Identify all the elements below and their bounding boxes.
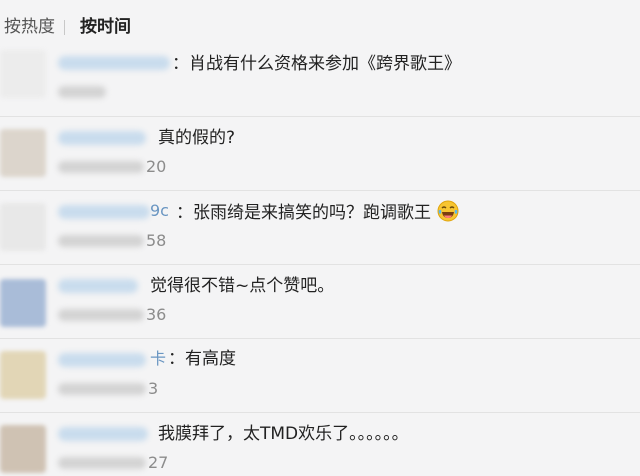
- sort-tabs: 按热度 按时间: [0, 0, 640, 50]
- comment-item: 觉得很不错~点个赞吧。 36: [0, 265, 640, 339]
- comment-text: 觉得很不错~点个赞吧。: [150, 276, 335, 296]
- timestamp-blurred: [58, 383, 146, 395]
- avatar[interactable]: [0, 203, 46, 251]
- timestamp-blurred: [58, 86, 106, 98]
- username-blurred[interactable]: [58, 427, 148, 441]
- username-blurred[interactable]: [58, 131, 146, 145]
- timestamp-tail: 3: [148, 379, 159, 398]
- comment-body: ：张雨绮是来搞笑的吗？跑调歌王: [176, 203, 431, 223]
- username-blurred[interactable]: [58, 56, 170, 70]
- comment-text: 我膜拜了，太TMD欢乐了。。。。。。: [158, 424, 409, 444]
- comment-item: 9c ：张雨绮是来搞笑的吗？跑调歌王 58: [0, 191, 640, 265]
- timestamp-tail: 27: [148, 453, 169, 472]
- avatar[interactable]: [0, 279, 46, 327]
- tab-sort-by-time[interactable]: 按时间: [80, 16, 131, 38]
- username-tail[interactable]: 卡: [150, 349, 166, 369]
- username-blurred[interactable]: [58, 205, 150, 219]
- comment-text: 真的假的?: [158, 128, 236, 148]
- username-blurred[interactable]: [58, 279, 138, 293]
- timestamp-tail: 58: [146, 231, 167, 250]
- timestamp-blurred: [58, 309, 144, 321]
- comment-item: 卡 ：有高度 3: [0, 339, 640, 413]
- avatar[interactable]: [0, 425, 46, 473]
- timestamp-tail: 36: [146, 305, 167, 324]
- timestamp-blurred: [58, 235, 144, 247]
- comment-item: 真的假的? 20: [0, 117, 640, 191]
- avatar[interactable]: [0, 351, 46, 399]
- comment-text: ：张雨绮是来搞笑的吗？跑调歌王: [176, 200, 459, 224]
- username-blurred[interactable]: [58, 353, 146, 367]
- comment-item: ：肖战有什么资格来参加《跨界歌王》: [0, 44, 640, 117]
- avatar[interactable]: [0, 129, 46, 177]
- comment-item: 我膜拜了，太TMD欢乐了。。。。。。 27: [0, 413, 640, 476]
- username-tail[interactable]: 9c: [150, 201, 169, 221]
- laughing-tears-icon: [437, 200, 459, 222]
- tab-divider: [64, 20, 65, 35]
- timestamp-blurred: [58, 161, 144, 173]
- comment-text: ：有高度: [168, 349, 236, 369]
- timestamp-blurred: [58, 457, 146, 469]
- tab-sort-by-popularity[interactable]: 按热度: [4, 16, 55, 38]
- comment-text: ：肖战有什么资格来参加《跨界歌王》: [172, 54, 461, 74]
- avatar[interactable]: [0, 50, 46, 98]
- timestamp-tail: 20: [146, 157, 167, 176]
